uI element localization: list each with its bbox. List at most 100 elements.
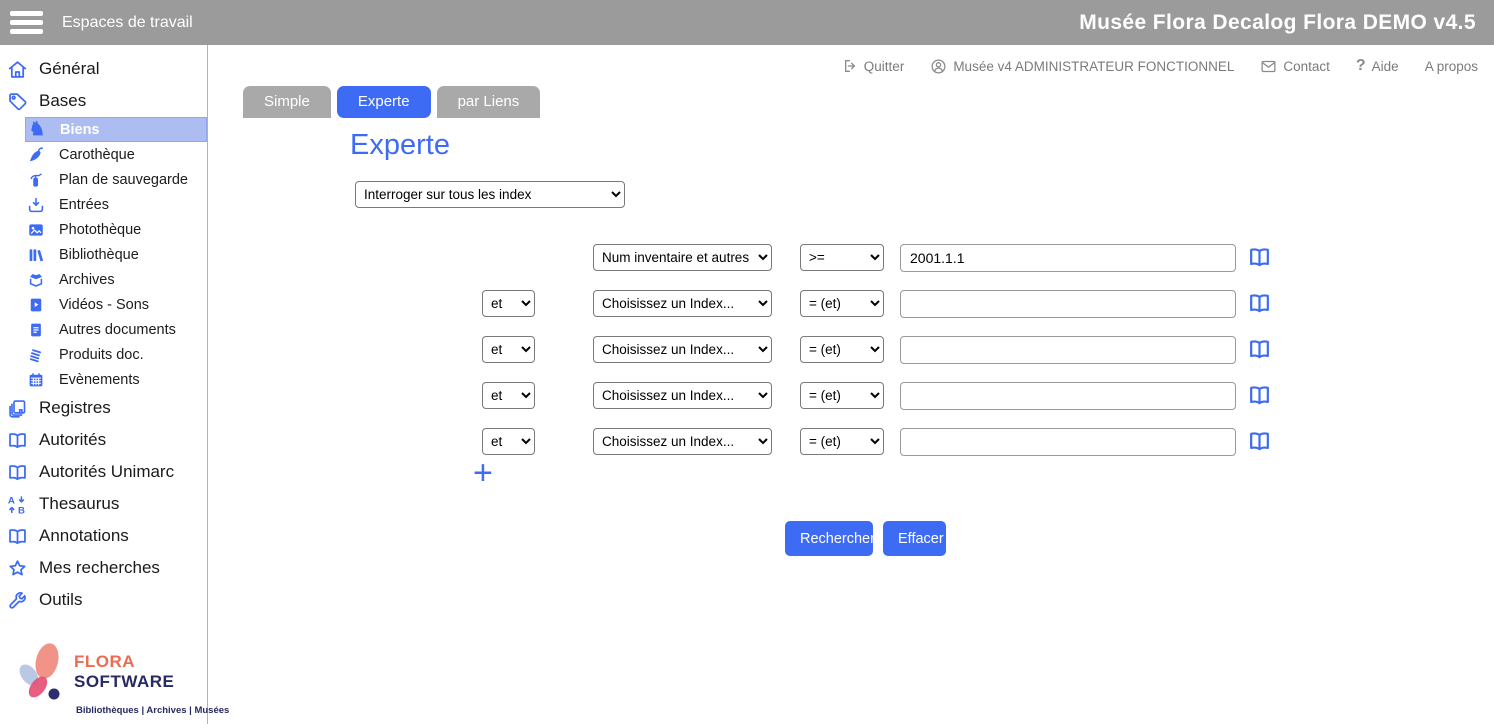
calendar-icon xyxy=(27,371,45,389)
image-icon xyxy=(27,221,45,239)
clear-button[interactable]: Effacer xyxy=(883,521,946,556)
sidebar-item-outils[interactable]: Outils xyxy=(0,584,207,616)
tab-simple[interactable]: Simple xyxy=(243,86,331,118)
sidebar-item-general[interactable]: Général xyxy=(0,53,207,85)
quit-link[interactable]: Quitter xyxy=(842,58,905,74)
query-row: et Choisissez un Index... = (et) xyxy=(209,336,1494,364)
browse-index-button-2[interactable] xyxy=(1246,291,1272,317)
main-content: Quitter Musée v4 ADMINISTRATEUR FONCTION… xyxy=(209,45,1494,724)
carrot-icon xyxy=(27,146,45,164)
value-input-2[interactable] xyxy=(900,290,1236,318)
operator-select-3[interactable]: = (et) xyxy=(800,336,884,363)
tag-icon xyxy=(7,91,28,112)
add-criteria-button[interactable]: + xyxy=(473,456,493,490)
open-book-icon xyxy=(7,462,28,483)
contact-link[interactable]: Contact xyxy=(1260,58,1330,75)
sidebar-item-autorites[interactable]: Autorités xyxy=(0,424,207,456)
query-row: et Choisissez un Index... = (et) xyxy=(209,428,1494,456)
sidebar-item-autres-documents[interactable]: Autres documents xyxy=(25,317,207,342)
wrench-icon xyxy=(7,590,28,611)
sidebar-item-label: Autres documents xyxy=(59,322,176,338)
about-link[interactable]: A propos xyxy=(1425,59,1478,74)
index-select-4[interactable]: Choisissez un Index... xyxy=(593,382,772,409)
browse-index-button-5[interactable] xyxy=(1246,429,1272,455)
sidebar-item-registres[interactable]: Registres xyxy=(0,392,207,424)
sidebar-item-label: Evènements xyxy=(59,372,140,388)
index-select-5[interactable]: Choisissez un Index... xyxy=(593,428,772,455)
sidebar-item-annotations[interactable]: Annotations xyxy=(0,520,207,552)
sort-ab-icon: AB xyxy=(7,494,28,515)
sidebar-item-label: Mes recherches xyxy=(39,558,160,578)
star-icon xyxy=(7,558,28,579)
workspaces-link[interactable]: Espaces de travail xyxy=(62,0,193,45)
sidebar-item-evenements[interactable]: Evènements xyxy=(25,367,207,392)
index-select-2[interactable]: Choisissez un Index... xyxy=(593,290,772,317)
sidebar-item-label: Bases xyxy=(39,91,86,111)
sidebar-item-label: Autorités xyxy=(39,430,106,450)
sidebar-item-label: Plan de sauvegarde xyxy=(59,172,188,188)
topbar: Espaces de travail Musée Flora Decalog F… xyxy=(0,0,1494,45)
value-input-4[interactable] xyxy=(900,382,1236,410)
tab-experte[interactable]: Experte xyxy=(337,86,431,118)
sidebar-item-videos-sons[interactable]: Vidéos - Sons xyxy=(25,292,207,317)
browse-index-button-1[interactable] xyxy=(1246,245,1272,271)
query-row: Num inventaire et autres >= xyxy=(209,244,1494,272)
user-account[interactable]: Musée v4 ADMINISTRATEUR FONCTIONNEL xyxy=(930,58,1234,75)
sidebar-item-label: Photothèque xyxy=(59,222,141,238)
index-select-1[interactable]: Num inventaire et autres xyxy=(593,244,772,271)
boolean-select-5[interactable]: et xyxy=(482,428,535,455)
app-title: Musée Flora Decalog Flora DEMO v4.5 xyxy=(1079,0,1476,45)
value-input-5[interactable] xyxy=(900,428,1236,456)
page-title: Experte xyxy=(350,129,450,162)
sidebar-item-plan-de-sauvegarde[interactable]: Plan de sauvegarde xyxy=(25,167,207,192)
sidebar-item-archives[interactable]: Archives xyxy=(25,267,207,292)
inbox-download-icon xyxy=(27,196,45,214)
exit-icon xyxy=(842,58,858,74)
operator-select-4[interactable]: = (et) xyxy=(800,382,884,409)
global-index-select[interactable]: Interroger sur tous les index xyxy=(355,181,625,208)
search-button[interactable]: Rechercher xyxy=(785,521,873,556)
help-link[interactable]: ? Aide xyxy=(1356,57,1399,75)
video-file-icon xyxy=(27,296,45,314)
operator-select-1[interactable]: >= xyxy=(800,244,884,271)
sidebar-item-autorites-unimarc[interactable]: Autorités Unimarc xyxy=(0,456,207,488)
browse-index-button-4[interactable] xyxy=(1246,383,1272,409)
sidebar-item-carotheque[interactable]: Carothèque xyxy=(25,142,207,167)
sidebar-item-label: Registres xyxy=(39,398,111,418)
open-book-icon xyxy=(7,430,28,451)
boolean-select-4[interactable]: et xyxy=(482,382,535,409)
svg-text:A: A xyxy=(8,495,15,506)
sidebar-item-produits-doc[interactable]: Produits doc. xyxy=(25,342,207,367)
value-input-3[interactable] xyxy=(900,336,1236,364)
browse-index-button-3[interactable] xyxy=(1246,337,1272,363)
sidebar-item-label: Général xyxy=(39,59,99,79)
sidebar-item-mes-recherches[interactable]: Mes recherches xyxy=(0,552,207,584)
boolean-select-2[interactable]: et xyxy=(482,290,535,317)
boolean-select-3[interactable]: et xyxy=(482,336,535,363)
document-icon xyxy=(27,321,45,339)
query-row: et Choisissez un Index... = (et) xyxy=(209,382,1494,410)
extinguisher-icon xyxy=(27,171,45,189)
sidebar-item-bibliotheque[interactable]: Bibliothèque xyxy=(25,242,207,267)
sidebar-item-thesaurus[interactable]: AB Thesaurus xyxy=(0,488,207,520)
sidebar-item-biens[interactable]: ♞ Biens xyxy=(25,117,207,142)
sidebar-item-label: Outils xyxy=(39,590,82,610)
sidebar-item-phototheque[interactable]: Photothèque xyxy=(25,217,207,242)
hamburger-menu-icon[interactable] xyxy=(10,11,43,34)
index-select-3[interactable]: Choisissez un Index... xyxy=(593,336,772,363)
open-book-icon xyxy=(7,526,28,547)
copies-icon xyxy=(7,398,28,419)
user-circle-icon xyxy=(930,58,947,75)
sidebar-item-label: Thesaurus xyxy=(39,494,119,514)
sidebar-item-entrees[interactable]: Entrées xyxy=(25,192,207,217)
sidebar-item-label: Bibliothèque xyxy=(59,247,139,263)
books-icon xyxy=(27,246,45,264)
logo-wordmark: FLORA SOFTWARE xyxy=(74,652,204,692)
operator-select-2[interactable]: = (et) xyxy=(800,290,884,317)
sidebar-item-bases[interactable]: Bases xyxy=(0,85,207,117)
operator-select-5[interactable]: = (et) xyxy=(800,428,884,455)
value-input-1[interactable] xyxy=(900,244,1236,272)
query-row: et Choisissez un Index... = (et) xyxy=(209,290,1494,318)
mail-icon xyxy=(1260,58,1277,75)
tab-par-liens[interactable]: par Liens xyxy=(437,86,541,118)
